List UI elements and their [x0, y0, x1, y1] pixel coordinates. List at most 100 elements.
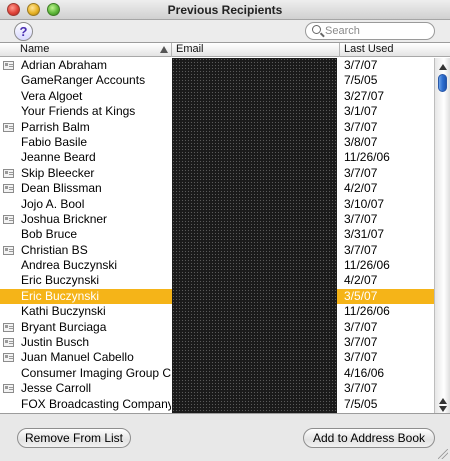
recipient-name: Skip Bleecker: [21, 165, 95, 180]
row-icon-slot: [3, 230, 14, 239]
column-header-name-label: Name: [20, 43, 50, 55]
recipient-name: Eric Buczynski: [21, 273, 100, 288]
recipient-name: Parrish Balm: [21, 119, 90, 134]
row-icon-slot: [3, 276, 14, 285]
recipient-name: Christian BS: [21, 242, 88, 257]
last-used-date: 7/5/05: [344, 396, 378, 411]
toolbar: ?: [0, 20, 450, 42]
last-used-date: 11/26/06: [344, 258, 390, 273]
address-card-icon: [3, 61, 14, 70]
recipient-name: Kathi Buczynski: [21, 304, 106, 319]
help-icon[interactable]: ?: [14, 22, 33, 41]
column-header-email[interactable]: Email: [172, 43, 340, 57]
previous-recipients-window: Previous Recipients ? Name Email Last Us…: [0, 0, 450, 461]
address-card-icon: [3, 353, 14, 363]
last-used-date: 3/7/07: [344, 381, 378, 396]
last-used-date: 3/7/07: [344, 350, 378, 365]
title-bar: Previous Recipients: [0, 0, 450, 20]
recipient-name: FOX Broadcasting Company: [21, 396, 171, 411]
row-icon-slot: [3, 122, 14, 132]
row-icon-slot: [3, 138, 14, 147]
recipient-name: Fabio Basile: [21, 134, 88, 149]
recipient-name: Bob Bruce: [21, 227, 78, 242]
row-icon-slot: [3, 338, 14, 348]
recipient-name: Andrea Buczynski: [21, 258, 118, 273]
row-icon-slot: [3, 168, 14, 178]
row-icon-slot: [3, 292, 14, 301]
row-icon-slot: [3, 76, 14, 85]
last-used-date: 4/16/06: [344, 365, 385, 380]
recipient-name: Vera Algoet: [21, 88, 83, 103]
recipient-name: Joshua Brickner: [21, 211, 108, 226]
window-title: Previous Recipients: [167, 3, 283, 17]
recipient-name: Bryant Burciaga: [21, 319, 107, 334]
recipient-name: Your Friends at Kings: [21, 104, 136, 119]
last-used-date: 3/7/07: [344, 119, 378, 134]
recipient-name: Justin Busch: [21, 335, 90, 350]
last-used-date: 11/26/06: [344, 304, 390, 319]
address-card-icon: [3, 122, 14, 132]
sort-ascending-icon: [160, 46, 168, 53]
column-header-name[interactable]: Name: [16, 43, 172, 57]
last-used-date: 3/5/07: [344, 288, 378, 303]
last-used-date: 4/2/07: [344, 273, 378, 288]
recipient-name: Jesse Carroll: [21, 381, 92, 396]
row-icon-slot: [3, 400, 14, 409]
last-used-date: 3/27/07: [344, 88, 385, 103]
row-icon-slot: [3, 353, 14, 363]
remove-from-list-button[interactable]: Remove From List: [17, 428, 131, 448]
last-used-date: 3/7/07: [344, 165, 378, 180]
row-icon-slot: [3, 92, 14, 101]
address-card-icon: [3, 214, 14, 224]
address-card-icon: [3, 168, 14, 178]
scroll-down-button-icon[interactable]: [439, 406, 447, 412]
scroll-thumb[interactable]: [438, 74, 447, 92]
last-used-date: 3/10/07: [344, 196, 385, 211]
row-icon-slot: [3, 322, 14, 332]
vertical-scrollbar[interactable]: [434, 58, 450, 413]
recipient-name: Consumer Imaging Group Car: [21, 365, 171, 380]
row-icon-slot: [3, 200, 14, 209]
recipient-name: Adrian Abraham: [21, 58, 108, 72]
search-input[interactable]: [325, 24, 430, 38]
recipient-name: Eric Buczynski: [21, 288, 100, 303]
table-header: Name Email Last Used: [0, 43, 450, 57]
last-used-date: 3/7/07: [344, 242, 378, 257]
last-used-date: 3/1/07: [344, 104, 378, 119]
search-field[interactable]: [305, 22, 435, 40]
last-used-date: 3/7/07: [344, 58, 378, 72]
recipient-name: Jeanne Beard: [21, 150, 96, 165]
address-card-icon: [3, 184, 14, 194]
row-icon-slot: [3, 184, 14, 194]
column-header-last-used[interactable]: Last Used: [340, 43, 434, 57]
add-to-address-book-button[interactable]: Add to Address Book: [303, 428, 435, 448]
row-icon-slot: [3, 384, 14, 394]
scroll-up-arrow-icon[interactable]: [439, 64, 447, 70]
last-used-date: 11/26/06: [344, 150, 390, 165]
address-card-icon: [3, 322, 14, 332]
recipient-name: Juan Manuel Cabello: [21, 350, 134, 365]
last-used-date: 3/8/07: [344, 134, 378, 149]
recipients-table: Name Email Last Used Adrian Abraham 3/7/0…: [0, 42, 450, 414]
row-icon-slot: [3, 261, 14, 270]
redacted-email-column: [172, 58, 337, 413]
last-used-date: 3/7/07: [344, 319, 378, 334]
last-used-date: 3/7/07: [344, 211, 378, 226]
last-used-date: 4/2/07: [344, 181, 378, 196]
row-icon-slot: [3, 307, 14, 316]
search-icon: [312, 25, 321, 34]
address-card-icon: [3, 245, 14, 255]
scroll-up-button-icon[interactable]: [439, 398, 447, 404]
row-icon-slot: [3, 369, 14, 378]
row-icon-slot: [3, 245, 14, 255]
row-icon-slot: [3, 214, 14, 224]
recipient-name: GameRanger Accounts: [21, 73, 146, 88]
row-icon-slot: [3, 107, 14, 116]
last-used-date: 7/5/05: [344, 73, 378, 88]
recipient-name: Dean Blissman: [21, 181, 102, 196]
resize-grip-icon[interactable]: [438, 449, 448, 459]
last-used-date: 3/7/07: [344, 335, 378, 350]
address-card-icon: [3, 338, 14, 348]
recipient-name: Jojo A. Bool: [21, 196, 85, 211]
last-used-date: 3/31/07: [344, 227, 385, 242]
